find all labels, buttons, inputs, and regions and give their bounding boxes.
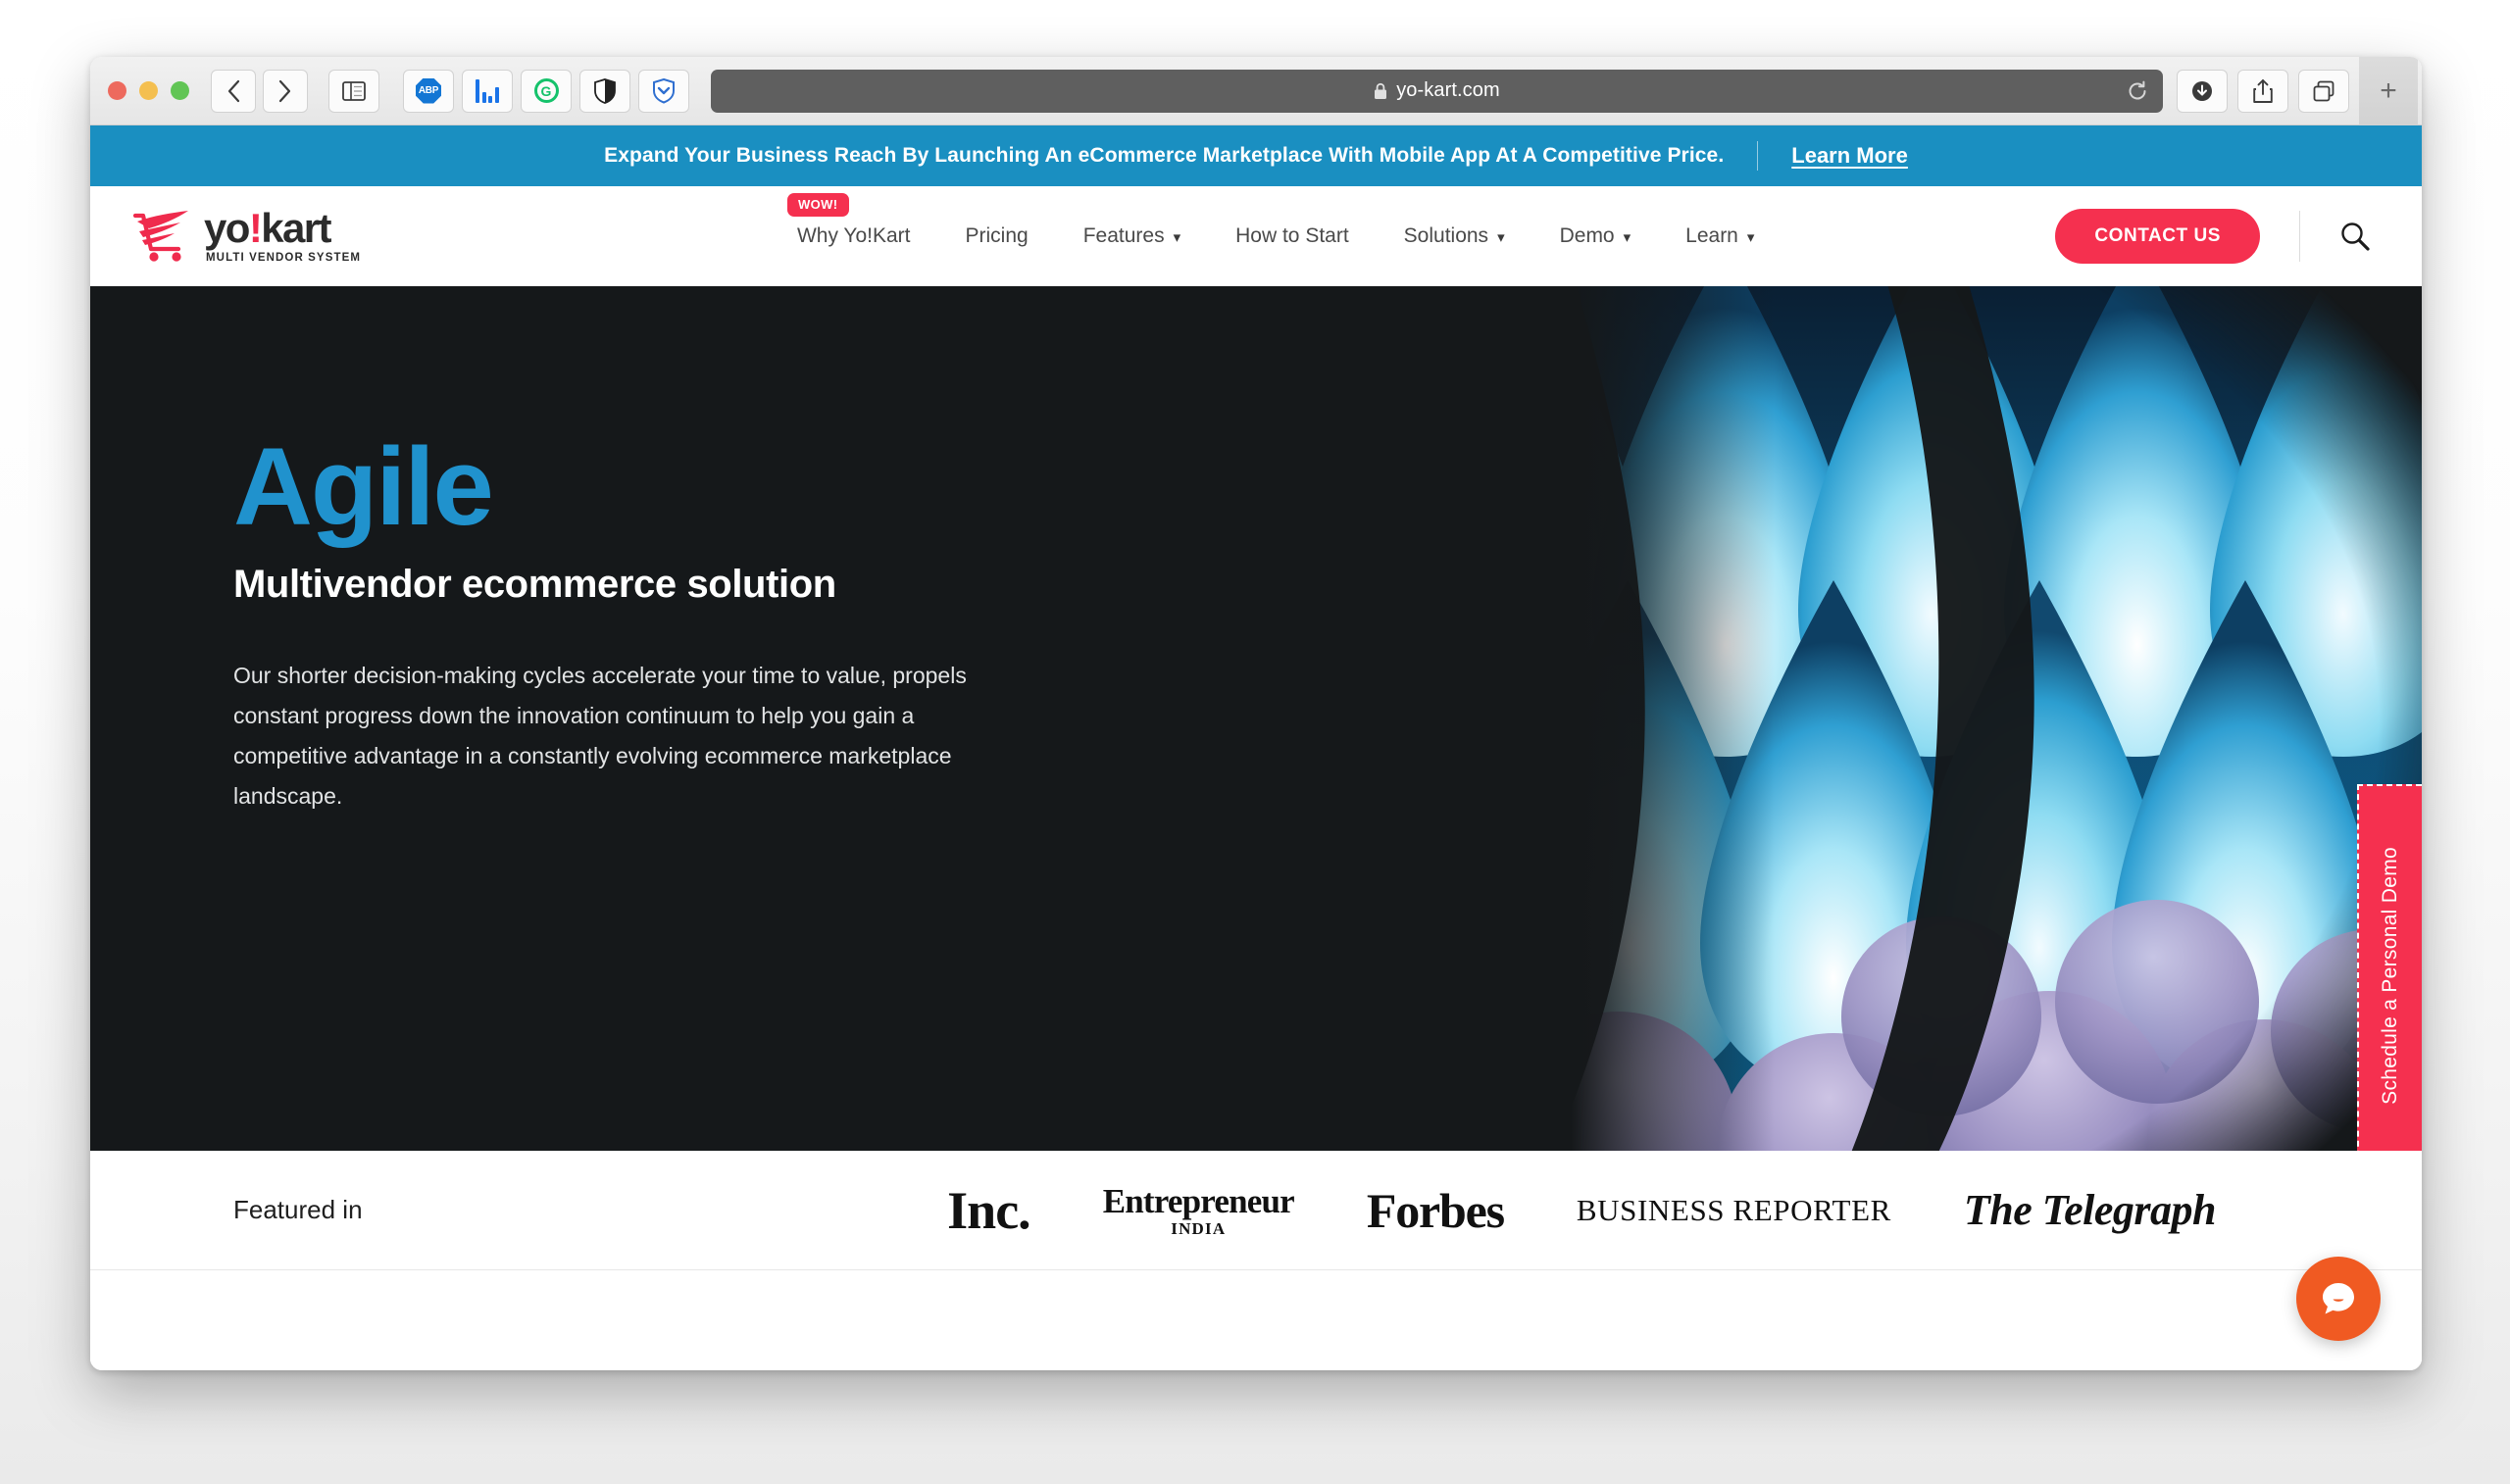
- logo-wordmark: yo!kart: [204, 208, 361, 249]
- hero-background-artwork: [1265, 286, 2422, 1151]
- page-bottom-area: [90, 1270, 2422, 1364]
- reload-icon: [2129, 80, 2146, 99]
- schedule-demo-tab[interactable]: Schedule a Personal Demo: [2357, 784, 2422, 1151]
- downloads-button[interactable]: [2177, 69, 2228, 113]
- announcement-text: Expand Your Business Reach By Launching …: [604, 144, 1725, 167]
- forward-button[interactable]: [263, 69, 308, 113]
- maximize-window-button[interactable]: [171, 81, 189, 100]
- adblock-plus-icon: ABP: [416, 77, 441, 104]
- hero-copy: Agile Multivendor ecommerce solution Our…: [233, 425, 1057, 816]
- nav-item-learn[interactable]: Learn ▾: [1658, 215, 1782, 258]
- logo-word-kart: kart: [261, 205, 331, 252]
- reload-button[interactable]: [2124, 77, 2151, 105]
- featured-in-label: Featured in: [233, 1195, 363, 1224]
- publication-logo-the-telegraph[interactable]: The Telegraph: [1964, 1185, 2217, 1235]
- minimize-window-button[interactable]: [139, 81, 158, 100]
- nav-label: Demo: [1559, 224, 1615, 247]
- lock-icon: [1375, 82, 1387, 99]
- extension-buttons: ABP G: [403, 69, 697, 113]
- logo-wordmark-group: yo!kart MULTI VENDOR SYSTEM: [204, 208, 361, 265]
- url-text-value: yo-kart.com: [1396, 79, 1500, 101]
- featured-in-strip: Featured in Inc. Entrepreneur INDIA Forb…: [90, 1151, 2422, 1270]
- tab-overview-icon: [2313, 80, 2334, 101]
- publication-logo-business-reporter[interactable]: BUSINESS REPORTER: [1577, 1193, 1891, 1228]
- chat-bubble-icon: [2323, 1283, 2354, 1314]
- site-logo[interactable]: yo!kart MULTI VENDOR SYSTEM: [132, 208, 506, 265]
- nav-item-pricing[interactable]: Pricing: [938, 215, 1056, 258]
- shopping-cart-logo-icon: [132, 210, 194, 263]
- nav-item-features[interactable]: Features ▾: [1056, 215, 1208, 258]
- bars-extension-button[interactable]: [462, 69, 513, 113]
- window-traffic-lights: [108, 81, 189, 100]
- grammarly-extension-button[interactable]: G: [521, 69, 572, 113]
- hero-title: Agile: [233, 425, 494, 548]
- header-divider: [2299, 211, 2300, 262]
- search-icon[interactable]: [2334, 215, 2377, 258]
- nav-item-demo[interactable]: Demo ▾: [1532, 215, 1659, 258]
- schedule-demo-tab-label: Schedule a Personal Demo: [2379, 846, 2401, 1105]
- chevron-right-icon: [278, 79, 291, 102]
- page-viewport: Expand Your Business Reach By Launching …: [90, 125, 2422, 1370]
- nav-label: Why Yo!Kart: [796, 224, 911, 247]
- chevron-down-icon: ▾: [1497, 228, 1505, 246]
- share-icon: [2253, 78, 2273, 103]
- site-header: yo!kart MULTI VENDOR SYSTEM WOW! Why Yo!…: [90, 186, 2422, 286]
- chevron-left-icon: [227, 79, 240, 102]
- new-tab-button[interactable]: +: [2359, 57, 2418, 125]
- featured-in-logos: Inc. Entrepreneur INDIA Forbes BUSINESS …: [363, 1180, 2363, 1241]
- browser-toolbar: ABP G yo-kart.com +: [90, 57, 2422, 125]
- shield-icon: [594, 77, 616, 104]
- logo-word-bang: !: [248, 205, 263, 252]
- sidebar-icon: [342, 80, 366, 101]
- share-button[interactable]: [2237, 69, 2288, 113]
- nav-label: Features: [1082, 224, 1165, 247]
- nav-item-why-yokart[interactable]: WOW! Why Yo!Kart: [770, 193, 938, 258]
- chat-widget-button[interactable]: [2296, 1257, 2381, 1341]
- url-display: yo-kart.com: [1374, 79, 1500, 102]
- header-actions: CONTACT US: [2055, 209, 2377, 264]
- hero-subtitle: Multivendor ecommerce solution: [233, 562, 836, 606]
- pocket-icon: [653, 77, 675, 104]
- nav-item-how-to-start[interactable]: How to Start: [1208, 215, 1377, 258]
- wow-badge: WOW!: [786, 193, 849, 217]
- main-navigation: WOW! Why Yo!Kart Pricing Features ▾ How …: [496, 193, 2055, 258]
- nav-label: How to Start: [1235, 224, 1349, 247]
- grammarly-icon: G: [533, 78, 559, 103]
- adblock-plus-extension-button[interactable]: ABP: [403, 69, 454, 113]
- toolbar-right-buttons: +: [2177, 57, 2422, 125]
- announcement-divider: [1757, 141, 1759, 171]
- browser-window: ABP G yo-kart.com + Expand Your Business…: [90, 57, 2422, 1370]
- publication-logo-entrepreneur-india[interactable]: Entrepreneur INDIA: [1102, 1181, 1295, 1238]
- address-bar[interactable]: yo-kart.com: [711, 69, 2163, 113]
- pocket-extension-button[interactable]: [638, 69, 689, 113]
- announcement-learn-more-link[interactable]: Learn More: [1791, 143, 1908, 169]
- logo-word-yo: yo: [204, 205, 250, 252]
- logo-tagline: MULTI VENDOR SYSTEM: [206, 252, 362, 265]
- back-button[interactable]: [211, 69, 256, 113]
- chevron-down-icon: ▾: [1173, 228, 1181, 246]
- navigation-buttons: [211, 69, 315, 113]
- bars-icon: [476, 78, 499, 103]
- publication-logo-forbes[interactable]: Forbes: [1367, 1182, 1505, 1239]
- shield-extension-button[interactable]: [579, 69, 630, 113]
- close-window-button[interactable]: [108, 81, 126, 100]
- contact-us-button[interactable]: CONTACT US: [2055, 209, 2260, 264]
- nav-item-solutions[interactable]: Solutions ▾: [1377, 215, 1532, 258]
- publication-logo-inc[interactable]: Inc.: [947, 1180, 1031, 1241]
- sidebar-toggle-button[interactable]: [328, 69, 379, 113]
- tab-overview-button[interactable]: [2298, 69, 2349, 113]
- nav-label: Solutions: [1403, 224, 1489, 247]
- hero-section: Agile Multivendor ecommerce solution Our…: [90, 286, 2422, 1151]
- hero-paragraph: Our shorter decision-making cycles accel…: [233, 662, 967, 809]
- publication-name: Entrepreneur: [1102, 1181, 1295, 1220]
- nav-label: Learn: [1685, 224, 1738, 247]
- publication-subname: INDIA: [1171, 1218, 1227, 1238]
- nav-label: Pricing: [965, 224, 1029, 247]
- chevron-down-icon: ▾: [1746, 228, 1755, 246]
- announcement-bar: Expand Your Business Reach By Launching …: [90, 125, 2422, 186]
- chevron-down-icon: ▾: [1623, 228, 1632, 246]
- download-icon: [2192, 80, 2212, 101]
